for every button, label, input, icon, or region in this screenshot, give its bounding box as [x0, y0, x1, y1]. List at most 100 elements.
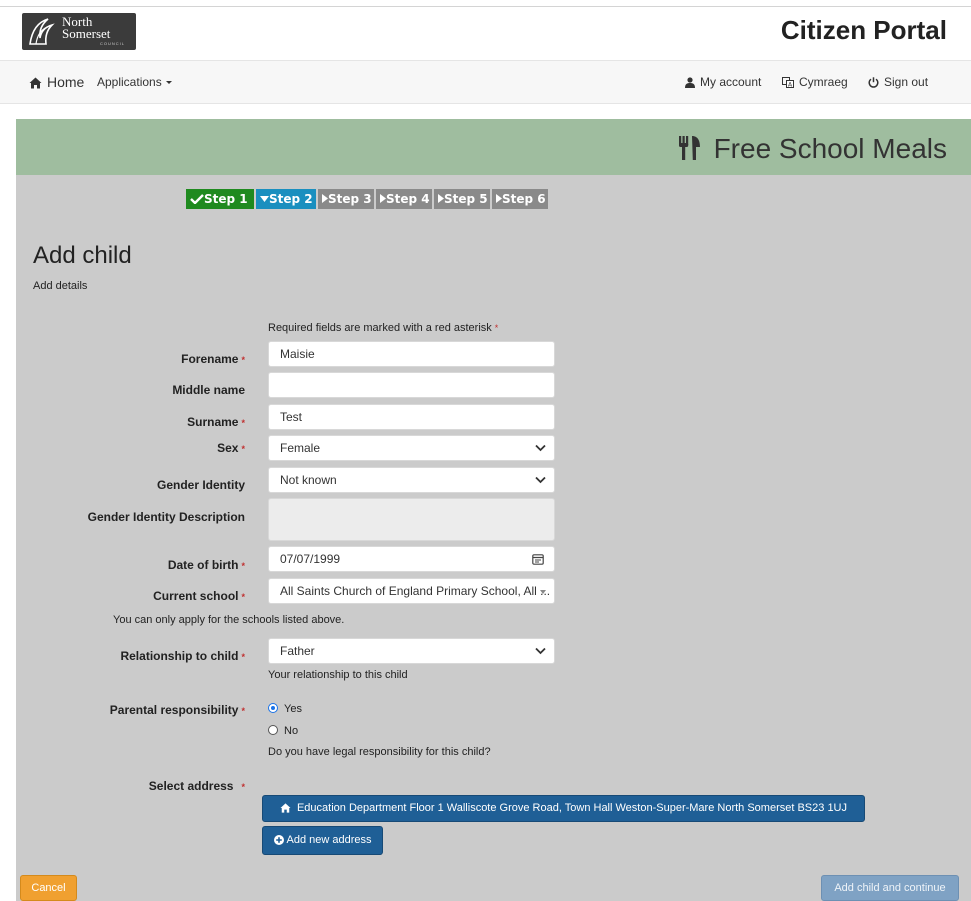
relationship-value: Father	[280, 644, 315, 658]
radio-no-label: No	[284, 725, 299, 737]
radio-yes-label: Yes	[284, 703, 302, 715]
required-note-text: Required fields are marked with a red as…	[268, 322, 492, 334]
forename-value: Maisie	[280, 347, 315, 361]
nav-sign-out-label: Sign out	[884, 75, 929, 89]
middle-name-label: Middle name	[172, 383, 245, 397]
step-6-label: Step 6	[502, 192, 546, 206]
chevron-down-icon	[535, 476, 546, 484]
surname-label-text: Surname	[187, 415, 239, 429]
current-school-label: Current school *	[153, 589, 245, 603]
user-icon	[685, 77, 695, 88]
step-5-label: Step 5	[444, 192, 488, 206]
radio-selected-icon	[268, 703, 278, 713]
gender-identity-value: Not known	[280, 473, 337, 487]
nav-cymraeg-label: Cymraeg	[799, 75, 848, 89]
nav-my-account-link[interactable]: My account	[685, 61, 761, 103]
forename-label: Forename *	[181, 352, 245, 366]
calendar-icon[interactable]	[532, 553, 544, 565]
parental-responsibility-help: Do you have legal responsibility for thi…	[268, 746, 491, 758]
required-asterisk: *	[241, 706, 245, 716]
forename-input[interactable]: Maisie	[268, 341, 555, 367]
council-crest-icon	[29, 18, 55, 45]
parental-responsibility-label-text: Parental responsibility	[109, 703, 239, 717]
required-asterisk: *	[241, 592, 245, 602]
sex-select[interactable]: Female	[268, 435, 555, 461]
step-4-label: Step 4	[386, 192, 430, 206]
sex-value: Female	[280, 441, 321, 455]
nav-my-account-label: My account	[700, 75, 762, 89]
current-school-value: All Saints Church of England Primary Sch…	[280, 584, 551, 598]
step-1[interactable]: Step 1	[186, 189, 254, 209]
nav-home-link[interactable]: Home	[29, 61, 84, 103]
gender-identity-description-textarea[interactable]	[268, 498, 555, 541]
step-3-label: Step 3	[328, 192, 372, 206]
step-2[interactable]: Step 2	[256, 189, 316, 209]
check-icon	[190, 194, 204, 205]
required-asterisk: *	[241, 782, 245, 792]
nav-sign-out-link[interactable]: Sign out	[868, 61, 928, 103]
radio-unselected-icon	[268, 725, 278, 735]
required-asterisk: *	[241, 418, 245, 428]
date-of-birth-label: Date of birth *	[168, 558, 245, 572]
main-panel: Step 1 Step 2 Step 3 Step 4 Step 5 Step …	[16, 175, 971, 901]
gender-identity-description-label: Gender Identity Description	[87, 510, 245, 524]
portal-title: Citizen Portal	[780, 15, 947, 45]
surname-label: Surname *	[187, 415, 245, 429]
current-school-label-text: Current school	[153, 589, 239, 603]
relationship-select[interactable]: Father	[268, 638, 555, 664]
step-1-label: Step 1	[204, 192, 248, 206]
nav-applications-dropdown[interactable]: Applications	[97, 61, 172, 103]
power-icon	[868, 77, 879, 88]
parental-responsibility-yes-radio[interactable]: Yes	[268, 703, 302, 715]
cutlery-icon	[678, 136, 700, 160]
step-4[interactable]: Step 4	[376, 189, 432, 209]
current-school-help: You can only apply for the schools liste…	[113, 614, 345, 626]
home-icon	[29, 77, 42, 89]
required-asterisk: *	[241, 444, 245, 454]
page-subtitle: Add details	[33, 280, 88, 292]
nav-home-label: Home	[47, 74, 85, 90]
date-of-birth-label-text: Date of birth	[167, 558, 239, 572]
page-title: Add child	[33, 242, 132, 269]
required-asterisk: *	[494, 323, 499, 333]
step-3[interactable]: Step 3	[318, 189, 374, 209]
forename-label-text: Forename	[181, 352, 239, 366]
logo-line-council: COUNCIL	[100, 41, 126, 46]
language-icon: A	[782, 77, 794, 89]
logo-line-somerset: Somerset	[62, 26, 111, 41]
relationship-label: Relationship to child *	[120, 649, 245, 663]
service-banner: Free School Meals	[16, 119, 971, 175]
date-of-birth-input[interactable]: 07/07/1999	[268, 546, 555, 572]
caret-down-icon	[260, 196, 269, 202]
sex-label-text: Sex	[217, 441, 239, 455]
chevron-down-icon	[535, 444, 546, 452]
home-icon	[280, 803, 291, 813]
service-title-text: Free School Meals	[713, 133, 947, 164]
council-logo[interactable]: North Somerset COUNCIL	[22, 13, 136, 50]
nav-applications-label: Applications	[97, 75, 162, 89]
step-6[interactable]: Step 6	[492, 189, 548, 209]
gender-identity-select[interactable]: Not known	[268, 467, 555, 493]
select-address-label: Select address *	[149, 779, 245, 793]
step-2-label: Step 2	[269, 192, 313, 206]
plus-circle-icon	[273, 835, 284, 845]
required-asterisk: *	[241, 561, 245, 571]
required-asterisk: *	[241, 355, 245, 365]
address-option-button[interactable]: Education Department Floor 1 Walliscote …	[262, 795, 865, 822]
site-header: North Somerset COUNCIL Citizen Portal	[0, 7, 971, 60]
parental-responsibility-label: Parental responsibility *	[110, 703, 245, 717]
step-5[interactable]: Step 5	[434, 189, 490, 209]
required-fields-note: Required fields are marked with a red as…	[268, 322, 498, 334]
add-new-address-label: Add new address	[286, 834, 372, 846]
surname-input[interactable]: Test	[268, 404, 555, 430]
middle-name-input[interactable]	[268, 372, 555, 398]
add-new-address-button[interactable]: Add new address	[262, 826, 383, 855]
caret-down-icon	[540, 590, 546, 594]
parental-responsibility-no-radio[interactable]: No	[268, 725, 298, 737]
relationship-help: Your relationship to this child	[268, 669, 408, 681]
current-school-select[interactable]: All Saints Church of England Primary Sch…	[268, 578, 555, 604]
cancel-button[interactable]: Cancel	[20, 875, 77, 901]
add-child-and-continue-button[interactable]: Add child and continue	[821, 875, 959, 901]
surname-value: Test	[280, 410, 303, 424]
nav-cymraeg-link[interactable]: A Cymraeg	[782, 61, 848, 103]
